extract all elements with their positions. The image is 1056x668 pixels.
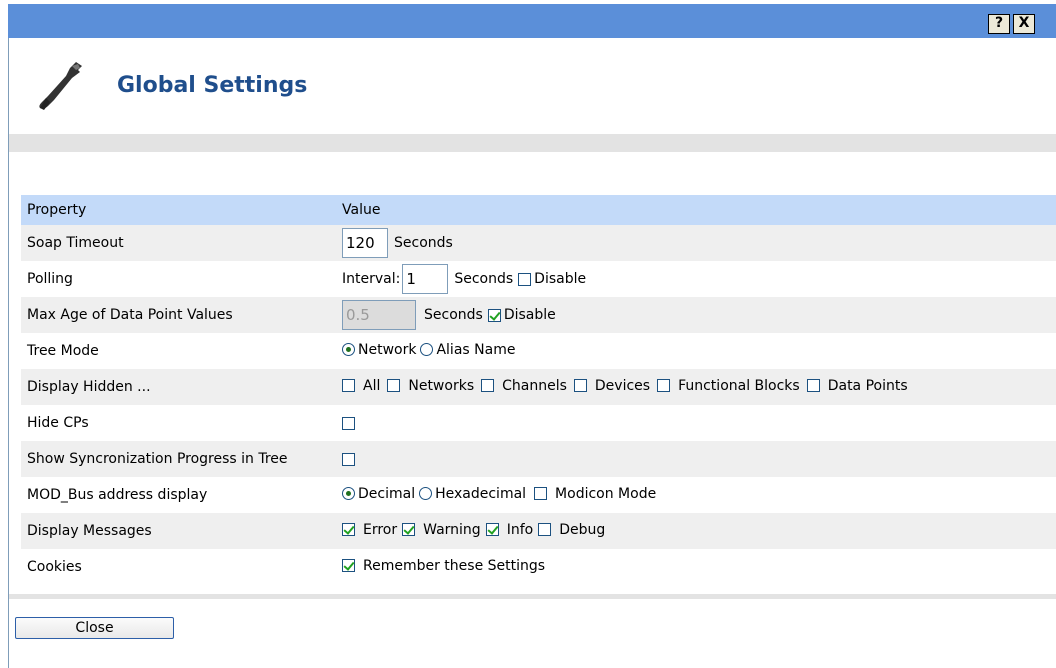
tree-mode-network-radio[interactable] <box>342 343 355 357</box>
hidden-data-points-label: Data Points <box>827 377 908 394</box>
help-button[interactable]: ? <box>988 14 1010 34</box>
left-border <box>8 38 9 668</box>
close-window-button[interactable]: X <box>1013 14 1035 34</box>
soap-timeout-unit: Seconds <box>394 235 453 251</box>
messages-error-label: Error <box>363 521 398 538</box>
messages-debug-label: Debug <box>559 521 606 538</box>
table-header-row: Property Value <box>21 195 1056 225</box>
modbus-hexadecimal-radio[interactable] <box>419 487 433 501</box>
tree-mode-alias-label: Alias Name <box>436 341 516 358</box>
hidden-channels-checkbox[interactable] <box>481 379 495 393</box>
hidden-networks-checkbox[interactable] <box>387 379 401 393</box>
row-cookies: Cookies Remember these Settings <box>21 549 1056 585</box>
max-age-label: Max Age of Data Point Values <box>21 297 339 333</box>
modicon-mode-checkbox[interactable] <box>534 487 548 501</box>
column-header-property: Property <box>21 195 339 225</box>
hide-cps-label: Hide CPs <box>27 415 89 431</box>
polling-interval-label: Interval: <box>342 271 401 287</box>
max-age-input[interactable]: 0.5 <box>342 300 416 330</box>
max-age-disable-checkbox[interactable] <box>487 308 501 322</box>
messages-info-label: Info <box>506 521 534 538</box>
messages-warning-label: Warning <box>423 521 481 538</box>
hidden-data-points-checkbox[interactable] <box>806 379 820 393</box>
sync-progress-checkbox[interactable] <box>342 452 355 466</box>
row-display-hidden: Display Hidden ... All Networks Channels… <box>21 369 1056 405</box>
hidden-functional-blocks-label: Functional Blocks <box>678 377 800 394</box>
row-soap-timeout: Soap Timeout 120 Seconds <box>21 225 1056 261</box>
hidden-functional-blocks-checkbox[interactable] <box>657 379 671 393</box>
hidden-devices-checkbox[interactable] <box>573 379 587 393</box>
row-polling: Polling Interval: 1 Seconds Disable <box>21 261 1056 297</box>
hidden-all-checkbox[interactable] <box>342 379 355 393</box>
max-age-disable-label: Disable <box>503 307 556 323</box>
remember-settings-checkbox[interactable] <box>342 559 355 573</box>
display-messages-label: Display Messages <box>21 513 339 549</box>
row-sync-progress: Show Syncronization Progress in Tree <box>21 441 1056 477</box>
hidden-devices-label: Devices <box>594 377 651 394</box>
sync-progress-label: Show Syncronization Progress in Tree <box>21 441 339 477</box>
modbus-decimal-label: Decimal <box>358 485 416 502</box>
tree-mode-alias-radio[interactable] <box>420 343 434 357</box>
row-tree-mode: Tree Mode Network Alias Name <box>21 333 1056 369</box>
modbus-display-label: MOD_Bus address display <box>27 487 208 503</box>
column-header-value: Value <box>339 195 1056 225</box>
tree-mode-network-label: Network <box>358 341 417 358</box>
tree-mode-label: Tree Mode <box>27 343 99 359</box>
polling-interval-input[interactable]: 1 <box>402 264 449 294</box>
row-modbus-display: MOD_Bus address display Decimal Hexadeci… <box>21 477 1056 513</box>
separator-bar <box>9 134 1056 152</box>
wrench-icon <box>39 62 82 110</box>
display-hidden-label: Display Hidden ... <box>21 369 339 405</box>
global-settings-dialog: ? X Global Settings Property Value Soap … <box>0 0 1056 668</box>
hidden-networks-label: Networks <box>408 377 475 394</box>
page-title: Global Settings <box>117 73 308 98</box>
remember-settings-label: Remember these Settings <box>363 557 546 574</box>
modbus-decimal-radio[interactable] <box>342 487 355 501</box>
soap-timeout-label: Soap Timeout <box>21 225 339 261</box>
messages-debug-checkbox[interactable] <box>538 523 552 537</box>
messages-warning-checkbox[interactable] <box>402 523 416 537</box>
row-hide-cps: Hide CPs <box>21 405 1056 441</box>
polling-unit: Seconds <box>454 271 514 287</box>
hidden-all-label: All <box>363 377 381 394</box>
close-button[interactable]: Close <box>15 617 174 639</box>
messages-error-checkbox[interactable] <box>342 523 355 537</box>
soap-timeout-input[interactable]: 120 <box>342 228 388 258</box>
max-age-unit: Seconds <box>424 307 483 323</box>
row-display-messages: Display Messages Error Warning Info Debu… <box>21 513 1056 549</box>
modbus-hexadecimal-label: Hexadecimal <box>435 485 527 502</box>
row-max-age: Max Age of Data Point Values 0.5 Seconds… <box>21 297 1056 333</box>
polling-label: Polling <box>27 271 73 287</box>
cookies-label: Cookies <box>27 559 82 575</box>
settings-table: Property Value Soap Timeout 120 Seconds … <box>21 195 1056 585</box>
footer-separator <box>9 594 1056 599</box>
hidden-channels-label: Channels <box>502 377 567 394</box>
polling-disable-label: Disable <box>534 271 587 287</box>
hide-cps-checkbox[interactable] <box>342 416 355 430</box>
title-bar: ? X <box>8 4 1056 38</box>
polling-disable-checkbox[interactable] <box>518 272 532 286</box>
messages-info-checkbox[interactable] <box>485 523 499 537</box>
modicon-mode-label: Modicon Mode <box>555 485 657 502</box>
